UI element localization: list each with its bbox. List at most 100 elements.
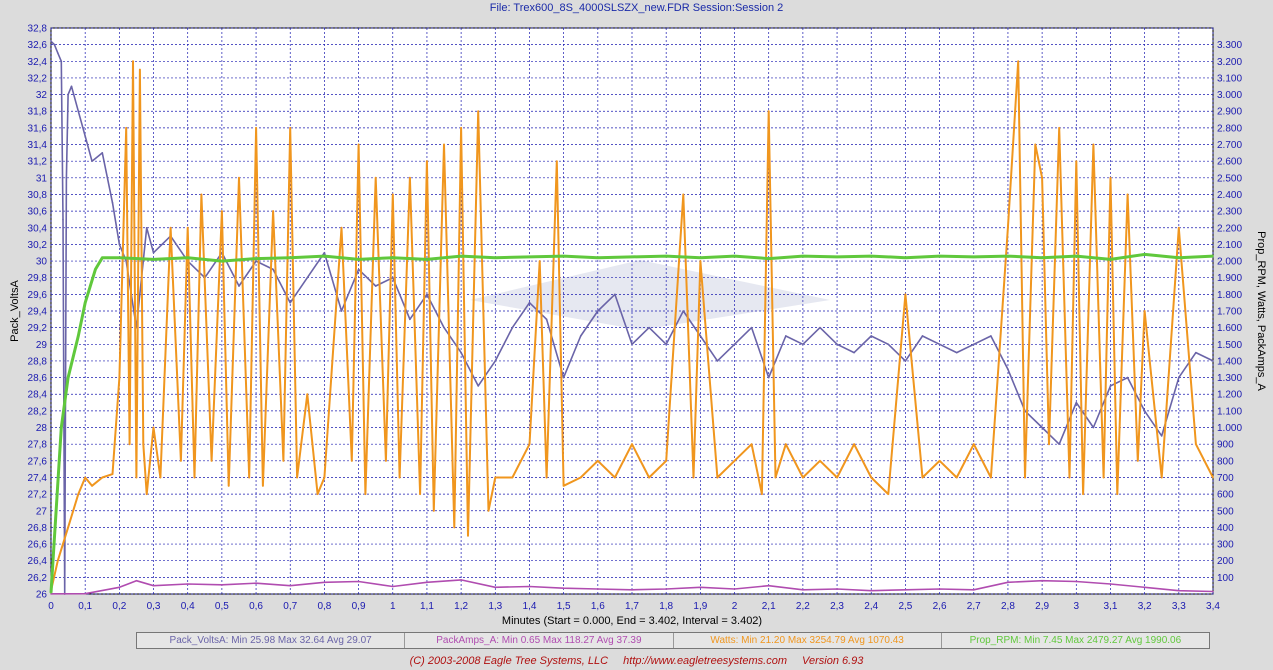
- data-point-packamps-a: [135, 579, 138, 582]
- data-point-watts: [210, 460, 213, 462]
- data-point-pack-voltsa: [1092, 426, 1095, 429]
- data-point-pack-voltsa: [50, 40, 52, 43]
- x-tick-label: 0,5: [215, 601, 229, 612]
- data-point-prop-rpm: [767, 257, 770, 260]
- data-point-watts: [562, 484, 565, 487]
- data-point-watts: [180, 460, 182, 462]
- data-point-prop-rpm: [699, 256, 702, 259]
- y-tick-label: 26,4: [28, 556, 48, 567]
- data-point-prop-rpm: [665, 255, 667, 257]
- data-point-watts: [1102, 476, 1105, 479]
- y-tick-label: 27,2: [28, 490, 48, 501]
- data-point-watts: [887, 493, 890, 495]
- data-point-watts: [282, 460, 285, 462]
- y2-tick-label: 400: [1217, 523, 1234, 534]
- data-point-prop-rpm: [1212, 255, 1214, 257]
- data-point-packamps-a: [802, 589, 804, 591]
- data-point-prop-rpm: [733, 255, 736, 257]
- y-tick-label: 31: [36, 173, 48, 184]
- data-point-pack-voltsa: [870, 335, 873, 337]
- data-point-watts: [556, 160, 558, 162]
- y2-tick-label: 100: [1217, 573, 1234, 584]
- data-point-watts: [836, 476, 838, 479]
- y2-tick-label: 2.500: [1217, 173, 1242, 184]
- data-point-prop-rpm: [67, 376, 69, 379]
- data-point-prop-rpm: [60, 426, 63, 429]
- data-point-prop-rpm: [460, 255, 462, 257]
- data-point-watts: [870, 476, 873, 479]
- data-point-pack-voltsa: [409, 318, 411, 321]
- data-point-pack-voltsa: [819, 326, 821, 329]
- data-point-pack-voltsa: [460, 351, 462, 354]
- data-point-watts: [955, 476, 958, 479]
- data-point-pack-voltsa: [340, 310, 343, 312]
- data-point-watts: [853, 443, 855, 445]
- data-point-pack-voltsa: [145, 226, 148, 229]
- y-tick-label: 30,4: [28, 223, 48, 234]
- y2-tick-label: 1.600: [1217, 323, 1242, 334]
- data-point-packamps-a: [221, 584, 223, 586]
- footer-url[interactable]: http://www.eagletreesystems.com: [623, 655, 787, 667]
- data-point-watts: [597, 460, 599, 462]
- data-point-pack-voltsa: [562, 376, 565, 379]
- footer: (C) 2003-2008 Eagle Tree Systems, LLC ht…: [0, 655, 1273, 667]
- data-point-watts: [357, 143, 360, 146]
- y-tick-label: 27: [36, 506, 48, 517]
- y-tick-label: 31,8: [28, 107, 48, 118]
- data-point-watts: [972, 443, 975, 445]
- data-point-pack-voltsa: [784, 335, 787, 337]
- data-point-watts: [665, 460, 667, 462]
- data-point-pack-voltsa: [699, 335, 702, 337]
- data-point-pack-voltsa: [238, 285, 240, 287]
- data-point-pack-voltsa: [443, 326, 445, 329]
- data-point-pack-voltsa: [65, 177, 68, 179]
- y2-tick-label: 2.400: [1217, 190, 1242, 201]
- y-tick-label: 27,6: [28, 456, 48, 467]
- y-tick-label: 30,8: [28, 190, 48, 201]
- data-point-watts: [819, 460, 821, 462]
- y2-tick-label: 2.600: [1217, 157, 1242, 168]
- data-point-watts: [432, 509, 435, 512]
- data-point-pack-voltsa: [972, 343, 975, 346]
- y-tick-label: 31,2: [28, 157, 48, 168]
- x-tick-label: 2,8: [1001, 601, 1015, 612]
- y2-tick-label: 2.200: [1217, 223, 1242, 234]
- data-point-pack-voltsa: [955, 351, 958, 354]
- data-point-watts: [186, 226, 189, 229]
- data-point-watts: [921, 476, 924, 479]
- data-point-pack-voltsa: [648, 326, 650, 329]
- data-point-watts: [460, 127, 462, 129]
- x-tick-label: 3: [1074, 601, 1080, 612]
- data-point-watts: [904, 293, 907, 296]
- x-tick-label: 0: [48, 601, 54, 612]
- x-tick-label: 2,3: [830, 601, 844, 612]
- data-point-watts: [125, 127, 127, 129]
- y2-axis-label: Prop_RPM, Watts, PackAmps_A: [1255, 231, 1267, 391]
- data-point-pack-voltsa: [1143, 410, 1146, 412]
- data-point-prop-rpm: [152, 258, 155, 261]
- y-tick-label: 29,8: [28, 273, 48, 284]
- data-point-pack-voltsa: [631, 343, 633, 346]
- data-point-watts: [159, 476, 162, 479]
- x-tick-label: 2,4: [864, 601, 878, 612]
- data-point-prop-rpm: [84, 301, 86, 304]
- data-point-watts: [682, 193, 685, 196]
- y2-tick-label: 1.200: [1217, 390, 1242, 401]
- y-tick-label: 26,6: [28, 540, 48, 551]
- x-tick-label: 1,7: [625, 601, 639, 612]
- x-tick-label: 1,5: [557, 601, 571, 612]
- y2-tick-label: 1.900: [1217, 273, 1242, 284]
- x-tick-label: 2,7: [967, 601, 981, 612]
- x-tick-label: 2,5: [898, 601, 912, 612]
- data-point-packamps-a: [699, 586, 702, 589]
- y-tick-label: 28,8: [28, 356, 48, 367]
- data-point-pack-voltsa: [528, 301, 531, 304]
- y-tick-label: 32,2: [28, 73, 48, 84]
- data-point-watts: [1160, 476, 1163, 479]
- data-point-packamps-a: [357, 580, 360, 583]
- data-point-prop-rpm: [289, 256, 292, 259]
- y2-tick-label: 2.000: [1217, 257, 1242, 268]
- data-point-packamps-a: [323, 581, 326, 584]
- y-tick-label: 31,4: [28, 140, 48, 151]
- data-point-watts: [426, 160, 428, 162]
